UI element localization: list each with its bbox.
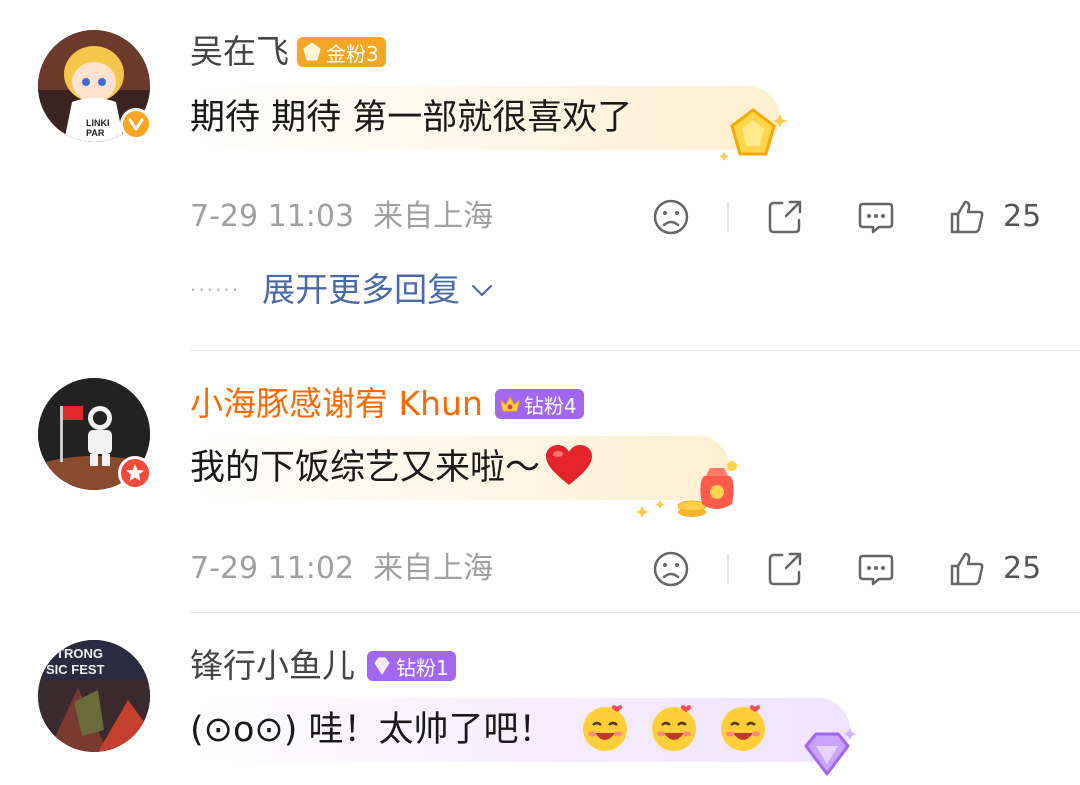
share-icon xyxy=(768,200,802,234)
divider xyxy=(727,554,729,584)
comment-meta-text: 7-29 11:03 来自上海 xyxy=(190,192,493,242)
fan-badge[interactable]: 金粉3 xyxy=(297,37,386,67)
expand-replies[interactable]: ······ 展开更多回复 xyxy=(190,268,494,312)
comment-item: LINKI PAR 吴在飞 金粉3 期待 期待 第一部就很喜欢了 7-29 11… xyxy=(0,0,1080,340)
expand-replies-link[interactable]: 展开更多回复 xyxy=(262,268,460,312)
dislike-button[interactable] xyxy=(652,198,690,236)
share-icon xyxy=(768,552,802,586)
crown-icon xyxy=(500,395,520,412)
comment-meta-text: 7-29 11:02 来自上海 xyxy=(190,544,493,594)
avatar-shirt-text: LINKI xyxy=(86,118,110,128)
divider xyxy=(727,202,729,232)
verified-icon xyxy=(120,108,152,140)
like-icon xyxy=(950,200,984,234)
heart-emoji xyxy=(546,445,593,485)
share-button[interactable] xyxy=(766,198,804,236)
comment-item: TRONG SIC FEST 锋行小鱼儿 钻粉1 (⊙o⊙) 哇！太帅了吧！ xyxy=(0,614,1080,785)
comment-text: (⊙o⊙) 哇！太帅了吧！ xyxy=(190,698,769,762)
gold-medal-decoration xyxy=(719,108,787,161)
comment-divider xyxy=(190,350,1080,351)
comment-text: 我的下饭综艺又来啦～ xyxy=(190,436,594,500)
comment-meta: 7-29 11:03 来自上海 25 xyxy=(0,192,1080,242)
svg-text:SIC FEST: SIC FEST xyxy=(46,662,105,677)
lucky-bag-decoration xyxy=(636,461,737,518)
dislike-icon xyxy=(653,551,689,587)
share-button[interactable] xyxy=(766,550,804,588)
like-icon xyxy=(950,552,984,586)
laugh-emoji-group xyxy=(579,705,769,751)
like-button[interactable] xyxy=(948,198,986,236)
comment-header: 锋行小鱼儿 钻粉1 xyxy=(190,646,456,686)
comment-item: 小海豚感谢宥 Khun 钻粉4 我的下饭综艺又来啦～ 7-29 11:02 来自… xyxy=(0,352,1080,612)
svg-text:TRONG: TRONG xyxy=(56,646,103,661)
fan-badge-label: 钻粉1 xyxy=(396,655,449,680)
location: 来自上海 xyxy=(373,551,494,586)
comment-text: 期待 期待 第一部就很喜欢了 xyxy=(190,98,633,138)
timestamp: 7-29 11:02 xyxy=(190,551,355,586)
comment-meta: 7-29 11:02 来自上海 25 xyxy=(0,544,1080,594)
avatar[interactable]: TRONG SIC FEST xyxy=(38,640,150,752)
fan-badge[interactable]: 钻粉4 xyxy=(494,389,584,419)
like-button[interactable] xyxy=(948,550,986,588)
reply-button[interactable] xyxy=(857,550,895,588)
dislike-icon xyxy=(653,199,689,235)
comment-text-body: 我的下饭综艺又来啦～ xyxy=(190,448,541,488)
like-count: 25 xyxy=(1003,199,1042,234)
fan-badge[interactable]: 钻粉1 xyxy=(367,651,456,681)
vip-badge-icon xyxy=(118,456,152,490)
comment-divider xyxy=(190,612,1080,613)
like-count: 25 xyxy=(1003,551,1042,586)
laugh-emoji xyxy=(651,705,696,751)
comment-icon xyxy=(858,202,894,234)
fan-badge-label: 钻粉4 xyxy=(523,393,577,418)
comment-header: 小海豚感谢宥 Khun 钻粉4 xyxy=(190,384,584,424)
expand-dots: ······ xyxy=(190,278,241,302)
svg-text:PAR: PAR xyxy=(86,128,105,138)
username[interactable]: 吴在飞 xyxy=(190,32,289,72)
comment-icon xyxy=(858,554,894,586)
reply-button[interactable] xyxy=(857,198,895,236)
comment-text-body: (⊙o⊙) 哇！太帅了吧！ xyxy=(190,710,554,750)
chevron-down-icon xyxy=(472,284,493,297)
gold-gem-icon xyxy=(303,42,321,61)
fan-badge-label: 金粉3 xyxy=(326,41,379,66)
timestamp: 7-29 11:03 xyxy=(190,199,355,234)
dislike-button[interactable] xyxy=(652,550,690,588)
avatar-image: TRONG SIC FEST xyxy=(38,640,150,752)
comment-header: 吴在飞 金粉3 xyxy=(190,32,386,72)
diamond-decoration xyxy=(804,728,856,776)
laugh-emoji xyxy=(720,705,765,751)
diamond-icon xyxy=(374,657,390,675)
username[interactable]: 小海豚感谢宥 Khun xyxy=(190,384,483,424)
laugh-emoji xyxy=(582,705,627,751)
location: 来自上海 xyxy=(373,199,494,234)
username[interactable]: 锋行小鱼儿 xyxy=(190,646,355,686)
